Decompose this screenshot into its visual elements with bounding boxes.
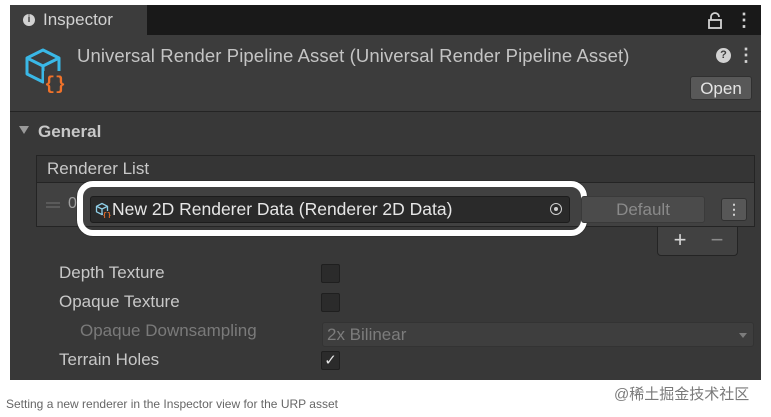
checkmark-icon: ✓ [324, 352, 337, 369]
lock-icon[interactable] [708, 12, 722, 29]
renderer-list-label: Renderer List [47, 159, 150, 178]
remove-renderer-button[interactable]: − [707, 229, 727, 251]
help-icon[interactable]: ? [716, 48, 731, 63]
depth-texture-checkbox[interactable] [321, 264, 340, 283]
foldout-arrow-icon[interactable] [19, 126, 29, 134]
asset-header: {} Universal Render Pipeline Asset (Univ… [10, 35, 761, 111]
info-icon: i [23, 14, 35, 26]
dropdown-value: 2x Bilinear [327, 325, 407, 344]
highlight-annotation [77, 181, 587, 236]
opaque-texture-checkbox[interactable] [321, 293, 340, 312]
header-menu-icon[interactable]: ⋮ [737, 44, 755, 66]
tab-inspector[interactable]: i Inspector [10, 5, 147, 35]
divider [10, 111, 761, 112]
opaque-downsampling-dropdown[interactable]: 2x Bilinear [322, 322, 754, 347]
set-default-button[interactable]: Default [581, 196, 705, 223]
opaque-texture-label: Opaque Texture [59, 292, 180, 311]
chevron-down-icon [739, 333, 747, 338]
opaque-downsampling-label: Opaque Downsampling [80, 321, 257, 340]
add-renderer-button[interactable]: + [670, 229, 690, 251]
asset-title: Universal Render Pipeline Asset (Univers… [77, 45, 630, 66]
tab-bar: i Inspector ⋮ [10, 5, 761, 35]
svg-text:{}: {} [44, 75, 66, 93]
item-menu-button[interactable]: ⋮ [721, 198, 747, 221]
open-button[interactable]: Open [690, 76, 752, 100]
depth-texture-label: Depth Texture [59, 263, 165, 282]
drag-handle-icon[interactable] [46, 202, 60, 208]
kebab-menu-icon[interactable]: ⋮ [735, 9, 753, 31]
terrain-holes-label: Terrain Holes [59, 350, 160, 369]
list-item-index: 0 [68, 195, 77, 212]
renderer-list-header: Renderer List [36, 155, 755, 182]
section-title-general[interactable]: General [38, 122, 101, 142]
image-caption: Setting a new renderer in the Inspector … [6, 397, 338, 411]
watermark: @稀土掘金技术社区 [614, 386, 750, 403]
inspector-panel: i Inspector ⋮ {} Universal Render Pipeli… [10, 5, 761, 380]
tab-label: Inspector [43, 10, 113, 29]
urp-asset-icon: {} [25, 48, 67, 93]
terrain-holes-checkbox[interactable]: ✓ [321, 351, 340, 370]
